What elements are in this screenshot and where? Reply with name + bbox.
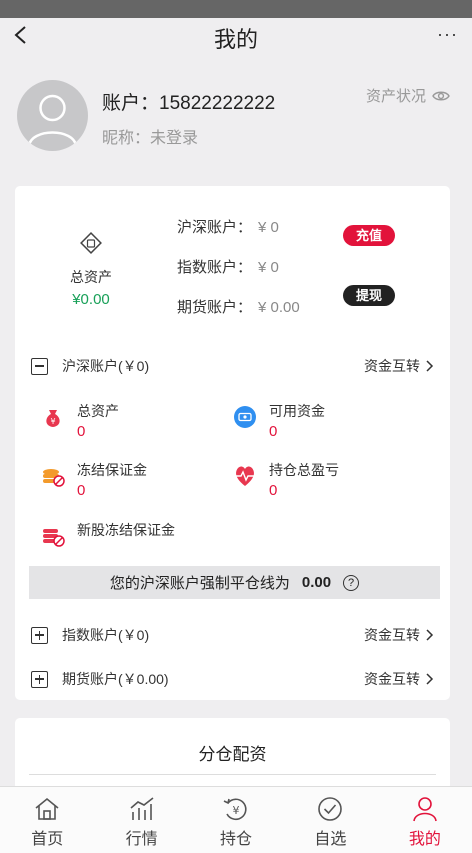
user-icon <box>413 797 437 822</box>
asset-status-label: 资产状况 <box>365 88 426 105</box>
frozen-coins-icon <box>43 469 65 487</box>
hushen-section-label: 沪深账户(￥0) <box>62 358 150 374</box>
futures-section-header[interactable]: 期货账户(￥0.00) 资金互转 <box>31 667 434 691</box>
liquidation-text: 您的沪深账户强制平仓线为 <box>109 575 290 592</box>
tab-label: 行情 <box>125 831 158 848</box>
index-balance-value: ¥ 0 <box>258 259 279 276</box>
metric-available-funds: 可用资金 0 <box>233 401 325 440</box>
svg-text:¥: ¥ <box>50 417 55 426</box>
metric-total-assets: ¥ 总资产 0 <box>41 401 119 440</box>
hushen-balance-value: ¥ 0 <box>258 219 279 236</box>
tab-market[interactable]: 行情 <box>94 787 188 853</box>
total-assets-label: 总资产 <box>70 269 112 285</box>
tab-positions[interactable]: ¥ 持仓 <box>189 787 283 853</box>
metric-value: 0 <box>77 482 86 499</box>
tab-label: 持仓 <box>220 831 253 848</box>
chevron-right-icon <box>426 629 434 641</box>
top-bar: 我的 ··· <box>0 18 472 60</box>
metric-label: 冻结保证金 <box>77 462 147 478</box>
tab-label: 首页 <box>31 831 64 848</box>
metric-label: 新股冻结保证金 <box>77 522 175 538</box>
transfer-label: 资金互转 <box>364 627 420 643</box>
total-assets-block: 总资产 ¥0.00 <box>51 230 131 308</box>
metric-frozen-margin: 冻结保证金 0 <box>41 460 147 499</box>
hushen-transfer-link[interactable]: 资金互转 <box>364 356 434 376</box>
index-section-header[interactable]: 指数账户(￥0) 资金互转 <box>31 623 434 647</box>
bottom-tab-bar: 首页 行情 ¥ 持仓 自选 我的 <box>0 786 472 853</box>
tab-watchlist[interactable]: 自选 <box>283 787 377 853</box>
account-label: 账户： <box>102 93 160 114</box>
tab-home[interactable]: 首页 <box>0 787 94 853</box>
metric-value: 0 <box>269 423 278 440</box>
tab-label: 我的 <box>408 831 441 848</box>
expand-icon[interactable] <box>31 670 48 688</box>
assets-diamond-icon <box>80 232 102 254</box>
hushen-section-header[interactable]: 沪深账户(￥0) 资金互转 <box>31 354 434 378</box>
status-bar <box>0 0 472 18</box>
money-bag-icon: ¥ <box>46 410 60 427</box>
liquidation-value: 0.00 <box>301 574 332 591</box>
home-icon <box>35 797 59 820</box>
expand-icon[interactable] <box>31 626 48 644</box>
futures-balance-label: 期货账户： <box>177 299 253 316</box>
liquidation-line-bar: 您的沪深账户强制平仓线为 0.00 ? <box>29 566 440 599</box>
avatar-person-icon <box>27 94 78 147</box>
transfer-label: 资金互转 <box>364 358 420 374</box>
metric-ipo-frozen-margin: 新股冻结保证金 <box>41 520 175 548</box>
account-number: 15822222222 <box>159 93 276 114</box>
index-balance-line: 指数账户： ¥ 0 <box>177 256 279 277</box>
futures-transfer-link[interactable]: 资金互转 <box>364 669 434 689</box>
allocation-title: 分仓配资 <box>198 745 267 764</box>
transfer-label: 资金互转 <box>364 671 420 687</box>
cash-icon <box>234 406 256 428</box>
more-menu-icon[interactable]: ··· <box>437 24 458 45</box>
allocation-card[interactable]: 分仓配资 <box>15 718 450 790</box>
chart-icon <box>130 797 154 820</box>
account-summary-card: 总资产 ¥0.00 沪深账户： ¥ 0 指数账户： ¥ 0 期货账户： ¥ 0.00 … <box>15 186 450 700</box>
nickname-value: 未登录 <box>150 130 199 147</box>
total-assets-value: ¥0.00 <box>72 291 110 308</box>
avatar[interactable] <box>17 80 88 151</box>
tab-label: 自选 <box>314 831 347 848</box>
metric-value: 0 <box>77 423 86 440</box>
tab-mine[interactable]: 我的 <box>378 787 472 853</box>
check-circle-icon <box>318 797 343 821</box>
divider <box>29 774 436 775</box>
hushen-balance-label: 沪深账户： <box>177 219 253 236</box>
position-icon: ¥ <box>223 798 247 821</box>
hushen-balance-line: 沪深账户： ¥ 0 <box>177 216 279 237</box>
nickname-line: 昵称：未登录 <box>102 124 198 148</box>
svg-text:¥: ¥ <box>233 804 240 817</box>
chevron-right-icon <box>426 673 434 685</box>
profile-section: 账户：15822222222 昵称：未登录 资产状况 <box>0 60 472 170</box>
metric-position-pnl: 持仓总盈亏 0 <box>233 460 339 499</box>
metric-label: 总资产 <box>77 403 119 419</box>
index-balance-label: 指数账户： <box>177 259 253 276</box>
metric-value: 0 <box>269 482 278 499</box>
page-title: 我的 <box>213 27 258 52</box>
metric-label: 可用资金 <box>269 403 325 419</box>
help-icon[interactable]: ? <box>343 574 360 591</box>
futures-balance-value: ¥ 0.00 <box>258 299 300 316</box>
chevron-right-icon <box>426 360 434 372</box>
index-transfer-link[interactable]: 资金互转 <box>364 625 434 645</box>
recharge-button[interactable]: 充值 <box>343 225 395 246</box>
eye-icon <box>432 91 450 100</box>
collapse-icon[interactable] <box>31 357 48 375</box>
index-section-label: 指数账户(￥0) <box>62 627 150 643</box>
pulse-icon <box>236 466 254 486</box>
metric-label: 持仓总盈亏 <box>269 462 339 478</box>
futures-balance-line: 期货账户： ¥ 0.00 <box>177 296 300 317</box>
futures-section-label: 期货账户(￥0.00) <box>62 671 169 687</box>
account-line: 账户：15822222222 <box>102 88 275 115</box>
asset-status-toggle[interactable]: 资产状况 <box>366 85 450 106</box>
nickname-label: 昵称： <box>102 130 151 147</box>
withdraw-button[interactable]: 提现 <box>343 285 395 306</box>
ipo-frozen-icon <box>43 529 65 547</box>
